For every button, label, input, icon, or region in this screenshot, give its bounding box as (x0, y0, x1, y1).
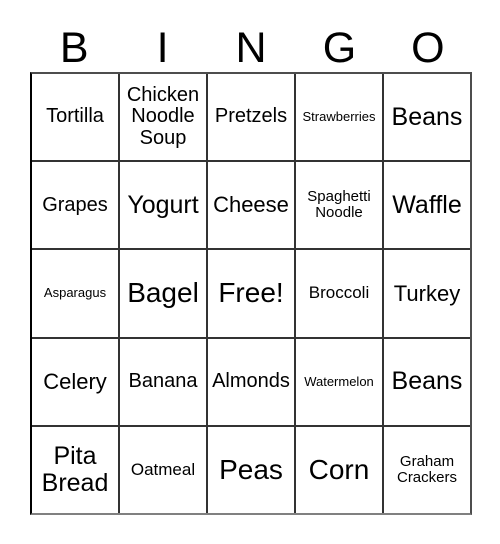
bingo-cell[interactable]: Graham Crackers (382, 426, 470, 514)
bingo-cell[interactable]: Turkey (382, 250, 470, 337)
bingo-card: B I N G O Tortilla Chicken Noodle Soup P… (0, 0, 500, 544)
bingo-cell[interactable]: Asparagus (32, 250, 118, 336)
bingo-cell[interactable]: Broccoli (294, 250, 382, 337)
bingo-free-cell[interactable]: Free! (206, 250, 294, 337)
header-letter-b: B (59, 24, 89, 72)
bingo-cell[interactable]: Pita Bread (32, 427, 118, 513)
bingo-cell[interactable]: Bagel (118, 250, 206, 337)
bingo-cell[interactable]: Oatmeal (118, 426, 206, 514)
bingo-cell[interactable]: Waffle (382, 162, 470, 249)
header-letter-o: O (411, 24, 445, 72)
bingo-cell[interactable]: Strawberries (294, 74, 382, 161)
bingo-row: Pita Bread Oatmeal Peas Corn Graham Crac… (32, 424, 470, 514)
bingo-cell[interactable]: Tortilla (32, 74, 118, 160)
bingo-cell[interactable]: Almonds (206, 338, 294, 425)
header-letter-i: I (156, 24, 169, 72)
bingo-cell[interactable]: Watermelon (294, 338, 382, 425)
bingo-row: Tortilla Chicken Noodle Soup Pretzels St… (32, 74, 470, 161)
bingo-cell[interactable]: Celery (32, 339, 118, 425)
bingo-cell[interactable]: Grapes (32, 162, 118, 248)
bingo-cell[interactable]: Beans (382, 74, 470, 161)
header-letter-n: N (235, 24, 267, 72)
bingo-cell[interactable]: Peas (206, 426, 294, 514)
bingo-header-row: B I N G O (30, 20, 472, 70)
bingo-cell[interactable]: Cheese (206, 162, 294, 249)
bingo-row: Asparagus Bagel Free! Broccoli Turkey (32, 248, 470, 337)
bingo-cell[interactable]: Pretzels (206, 74, 294, 161)
bingo-cell[interactable]: Beans (382, 338, 470, 425)
bingo-grid: Tortilla Chicken Noodle Soup Pretzels St… (30, 72, 472, 515)
bingo-cell[interactable]: Chicken Noodle Soup (118, 74, 206, 161)
header-letter-g: G (322, 24, 357, 72)
bingo-row: Celery Banana Almonds Watermelon Beans (32, 336, 470, 425)
bingo-cell[interactable]: Yogurt (118, 162, 206, 249)
bingo-cell[interactable]: Corn (294, 426, 382, 514)
bingo-cell[interactable]: Banana (118, 338, 206, 425)
bingo-cell[interactable]: Spaghetti Noodle (294, 162, 382, 249)
bingo-row: Grapes Yogurt Cheese Spaghetti Noodle Wa… (32, 160, 470, 249)
